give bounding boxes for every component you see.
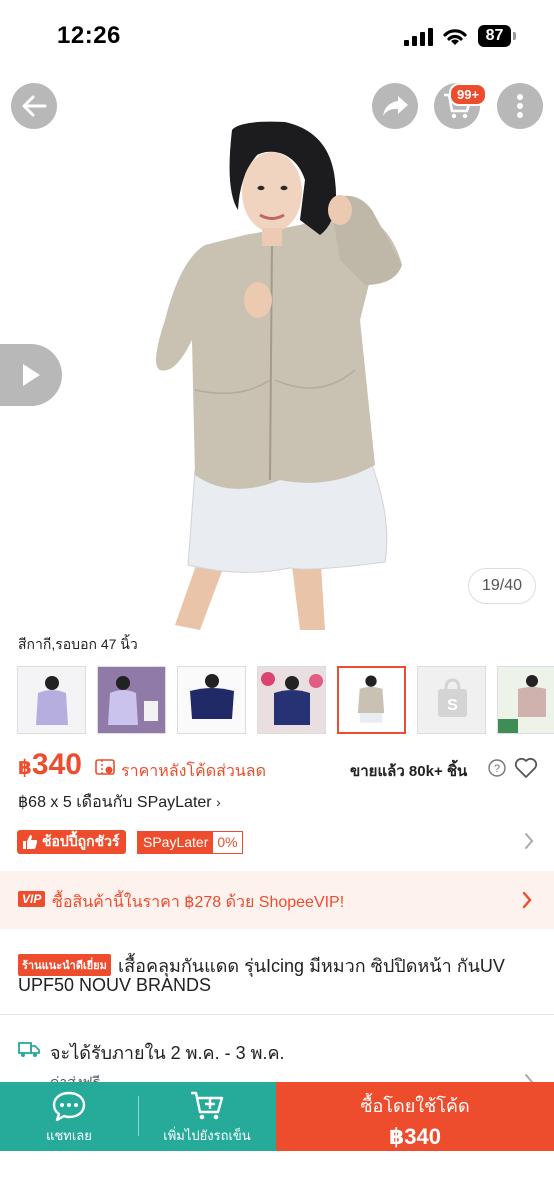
wifi-icon (443, 29, 467, 45)
cellular-signal-icon (404, 28, 433, 46)
cart-count-badge: 99+ (449, 83, 488, 106)
product-title-line2: UPF50 NOUV BRANDS (18, 975, 212, 995)
installment-text: ฿68 x 5 เดือนกับ SPayLater (18, 794, 212, 811)
coupon-icon (95, 759, 115, 775)
preferred-shop-tag: ร้านแนะนำดีเยี่ยม (18, 954, 111, 976)
play-icon (23, 364, 40, 386)
delivery-estimate[interactable]: จะได้รับภายใน 2 พ.ค. - 3 พ.ค. (50, 1038, 285, 1067)
share-button[interactable] (372, 83, 418, 129)
buy-price: ฿340 (388, 1124, 441, 1149)
buy-label: ซื้อโดยใช้โค้ด (360, 1096, 470, 1116)
price-currency: ฿ (18, 757, 32, 779)
chevron-right-icon (522, 891, 532, 909)
shopee-bag-icon: S (418, 667, 485, 733)
image-counter: 19/40 (468, 568, 536, 604)
more-options-button[interactable] (497, 83, 543, 129)
price-after-coupon-note[interactable]: ราคาหลังโค้ดส่วนลด (121, 759, 266, 784)
add-to-cart-label: เพิ่มไปยังรถเข็น (163, 1128, 251, 1143)
thumbs-up-icon (23, 835, 38, 849)
spaylater-badge: SPayLater 0% (137, 831, 243, 854)
status-time: 12:26 (57, 22, 121, 49)
selected-variant-label: สีกากี,รอบอก 47 นิ้ว (18, 636, 138, 652)
guarantee-badge-label: ช้อปปี้ถูกชัวร์ (42, 833, 120, 849)
variant-thumb-lavender-set[interactable] (97, 666, 166, 734)
thumb-image (339, 668, 404, 732)
thumb-image (498, 667, 554, 733)
thumb-image (258, 667, 325, 733)
variant-thumb-pink[interactable] (497, 666, 554, 734)
thumb-image (18, 667, 85, 733)
back-button[interactable] (11, 83, 57, 129)
guarantee-badge: ช้อปปี้ถูกชัวร์ (17, 830, 126, 854)
divider (138, 1096, 139, 1136)
truck-icon (18, 1042, 40, 1057)
status-bar: 12:26 87 (0, 0, 554, 70)
variant-thumb-placeholder[interactable]: S (417, 666, 486, 734)
more-vertical-icon (517, 94, 523, 118)
battery-icon: 87 (478, 25, 516, 47)
heart-icon[interactable] (514, 757, 538, 779)
chevron-right-icon[interactable] (523, 831, 535, 851)
shopee-vip-banner[interactable]: VIP ซื้อสินค้านี้ในราคา ฿278 ด้วย Shopee… (0, 871, 554, 929)
variant-thumb-navy[interactable] (177, 666, 246, 734)
help-circle-icon[interactable]: ? (488, 759, 506, 777)
add-cart-icon (191, 1091, 224, 1120)
buy-with-code-button[interactable]: ซื้อโดยใช้โค้ด ฿340 (276, 1082, 554, 1151)
home-indicator-area (0, 1151, 554, 1199)
price-value: 340 (31, 748, 82, 781)
chat-button[interactable]: แชทเลย (0, 1082, 138, 1151)
product-price: ฿340 (18, 748, 82, 782)
arrow-left-icon (22, 95, 47, 117)
thumb-image (178, 667, 245, 733)
chevron-right-icon: › (216, 794, 221, 810)
add-to-cart-button[interactable]: เพิ่มไปยังรถเข็น (138, 1082, 276, 1151)
spaylater-rate: 0% (213, 832, 242, 853)
divider (0, 1014, 554, 1015)
installment-offer[interactable]: ฿68 x 5 เดือนกับ SPayLater › (18, 790, 221, 815)
variant-thumbnails: S (17, 666, 554, 734)
chat-icon (52, 1091, 86, 1122)
variant-thumb-navy-flowers[interactable] (257, 666, 326, 734)
variant-thumb-lavender[interactable] (17, 666, 86, 734)
svg-text:S: S (447, 697, 458, 714)
sold-count: ขายแล้ว 80k+ ชิ้น (350, 763, 468, 780)
product-photo (156, 121, 402, 630)
product-image-gallery[interactable]: 99+ 19/40 (0, 70, 554, 630)
play-video-button[interactable] (0, 344, 62, 406)
variant-thumb-khaki[interactable] (337, 666, 406, 734)
vip-tag: VIP (18, 891, 46, 907)
vip-text: ซื้อสินค้านี้ในราคา ฿278 ด้วย ShopeeVIP! (52, 894, 345, 911)
spaylater-label: SPayLater (138, 832, 214, 853)
chat-label: แชทเลย (46, 1128, 92, 1143)
svg-text:?: ? (494, 763, 500, 775)
thumb-image (98, 667, 165, 733)
bottom-action-bar: แชทเลย เพิ่มไปยังรถเข็น ซื้อโดยใช้โค้ด ฿… (0, 1082, 554, 1151)
share-icon (383, 96, 408, 116)
battery-level: 87 (478, 25, 511, 47)
